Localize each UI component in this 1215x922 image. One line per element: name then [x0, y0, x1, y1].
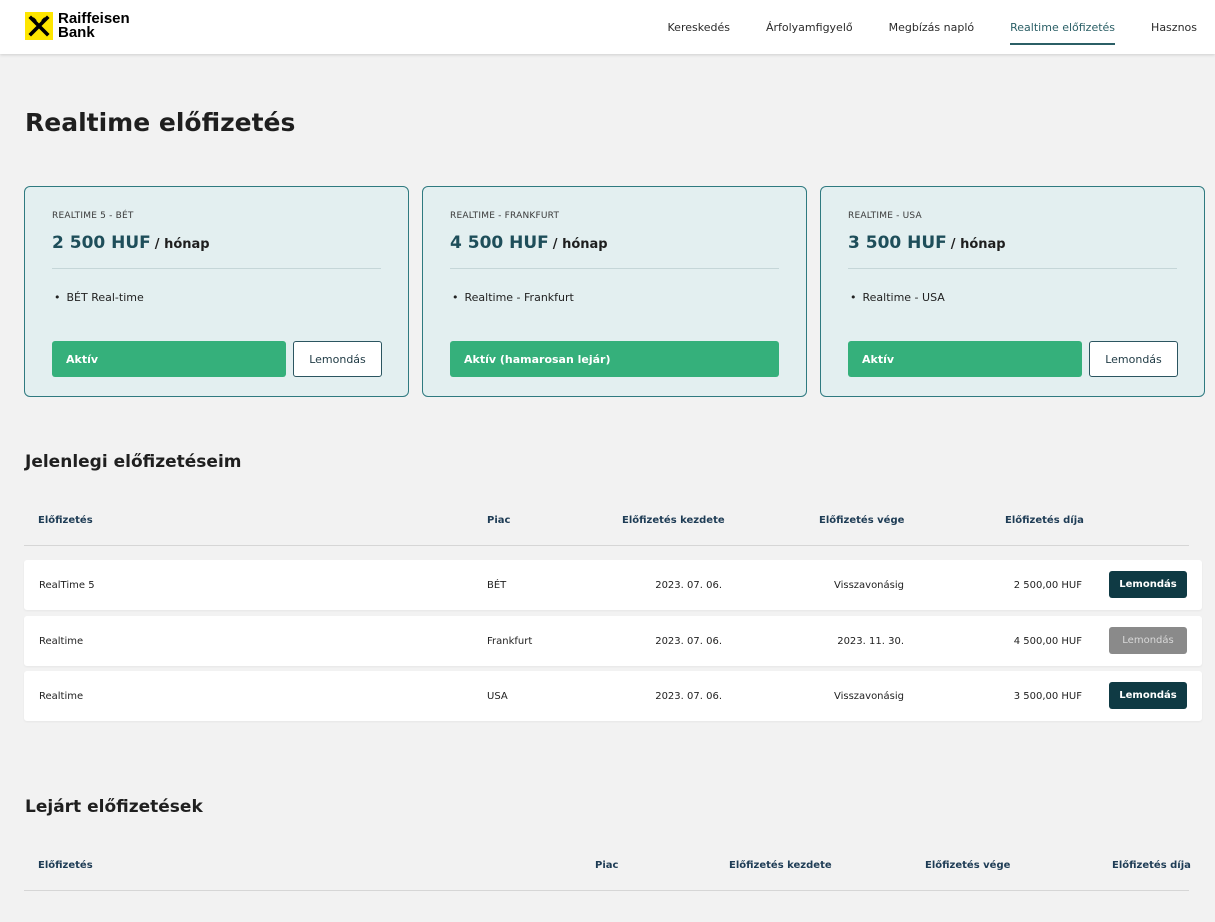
nav-item-hasznos[interactable]: Hasznos: [1151, 0, 1197, 54]
cell-fee: 2 500,00 HUF: [1013, 579, 1082, 591]
table-header-divider: [24, 890, 1189, 891]
column-header-subscription: Előfizetés: [38, 860, 93, 871]
cell-end: Visszavonásig: [833, 690, 904, 702]
feature-text: BÉT Real-time: [66, 291, 144, 304]
cell-start: 2023. 07. 06.: [655, 690, 722, 702]
page-title: Realtime előfizetés: [25, 108, 296, 137]
cell-fee: 4 500,00 HUF: [1013, 635, 1082, 647]
cell-end: 2023. 11. 30.: [837, 635, 904, 647]
price-value: 4 500 HUF: [450, 233, 549, 253]
card-realtime-frankfurt: REALTIME - FRANKFURT 4 500 HUF / hónap • R…: [422, 186, 807, 397]
card-realtime-usa: REALTIME - USA 3 500 HUF / hónap • Realtim…: [820, 186, 1205, 397]
card-feature: • Realtime - USA: [848, 291, 945, 304]
price-unit: / hónap: [154, 237, 210, 252]
cell-start: 2023. 07. 06.: [655, 635, 722, 647]
card-divider: [848, 268, 1177, 269]
bullet-icon: •: [54, 291, 61, 304]
cell-start: 2023. 07. 06.: [655, 579, 722, 591]
price-unit: / hónap: [552, 237, 608, 252]
status-expiring-button[interactable]: Aktív (hamarosan lejár): [450, 341, 779, 377]
status-active-button[interactable]: Aktív: [848, 341, 1082, 377]
raiffeisen-cross-icon: [25, 12, 53, 40]
cancel-button[interactable]: Lemondás: [1109, 571, 1187, 598]
price-unit: / hónap: [950, 237, 1006, 252]
card-name: REALTIME - FRANKFURT: [450, 211, 560, 221]
card-price: 4 500 HUF / hónap: [450, 233, 608, 253]
cancel-button[interactable]: Lemondás: [1109, 682, 1187, 709]
column-header-end: Előfizetés vége: [925, 860, 1011, 871]
column-header-market: Piac: [487, 515, 511, 526]
cell-market: BÉT: [487, 579, 507, 591]
column-header-fee: Előfizetés díja: [1005, 515, 1084, 526]
cancel-button[interactable]: Lemondás: [293, 341, 382, 377]
price-value: 2 500 HUF: [52, 233, 151, 253]
raiffeisen-logo[interactable]: Raiffeisen Bank: [25, 11, 130, 41]
cell-subscription: Realtime: [39, 690, 84, 702]
cell-market: USA: [487, 690, 508, 702]
cell-subscription: RealTime 5: [39, 579, 95, 591]
card-divider: [52, 268, 381, 269]
card-feature: • BÉT Real-time: [52, 291, 144, 304]
card-divider: [450, 268, 779, 269]
column-header-start: Előfizetés kezdete: [622, 515, 725, 526]
cell-end: Visszavonásig: [833, 579, 904, 591]
nav-item-realtime-elofizetes[interactable]: Realtime előfizetés: [1010, 0, 1115, 54]
column-header-end: Előfizetés vége: [819, 515, 905, 526]
current-subscriptions-title: Jelenlegi előfizetéseim: [25, 452, 242, 472]
brand-line-2: Bank: [58, 24, 95, 41]
table-header-divider: [24, 545, 1189, 546]
bullet-icon: •: [850, 291, 857, 304]
column-header-fee: Előfizetés díja: [1112, 860, 1191, 871]
card-name: REALTIME 5 - BÉT: [52, 211, 134, 221]
nav-item-kereskedes[interactable]: Kereskedés: [668, 0, 730, 54]
expired-subscriptions-title: Lejárt előfizetések: [25, 797, 203, 817]
cell-market: Frankfurt: [487, 635, 533, 647]
table-row: Realtime Frankfurt 2023. 07. 06. 2023. 1…: [24, 616, 1202, 666]
table-row: RealTime 5 BÉT 2023. 07. 06. Visszavonás…: [24, 560, 1202, 610]
column-header-subscription: Előfizetés: [38, 515, 93, 526]
cell-subscription: Realtime: [39, 635, 84, 647]
cancel-button[interactable]: Lemondás: [1089, 341, 1178, 377]
card-price: 3 500 HUF / hónap: [848, 233, 1006, 253]
subscription-cards: REALTIME 5 - BÉT 2 500 HUF / hónap • BÉT R…: [24, 186, 1205, 397]
column-header-market: Piac: [595, 860, 619, 871]
cell-fee: 3 500,00 HUF: [1013, 690, 1082, 702]
top-navigation-bar: Raiffeisen Bank Kereskedés Árfolyamfigye…: [0, 0, 1215, 54]
card-feature: • Realtime - Frankfurt: [450, 291, 574, 304]
cancel-button-disabled: Lemondás: [1109, 627, 1187, 654]
card-price: 2 500 HUF / hónap: [52, 233, 210, 253]
card-name: REALTIME - USA: [848, 211, 922, 221]
main-nav: Kereskedés Árfolyamfigyelő Megbízás napl…: [632, 0, 1197, 54]
feature-text: Realtime - USA: [862, 291, 945, 304]
table-row: Realtime USA 2023. 07. 06. Visszavonásig…: [24, 671, 1202, 721]
nav-item-arfolyamfigyelo[interactable]: Árfolyamfigyelő: [766, 0, 853, 54]
nav-item-megbizas-naplo[interactable]: Megbízás napló: [889, 0, 975, 54]
price-value: 3 500 HUF: [848, 233, 947, 253]
feature-text: Realtime - Frankfurt: [464, 291, 574, 304]
bullet-icon: •: [452, 291, 459, 304]
status-active-button[interactable]: Aktív: [52, 341, 286, 377]
column-header-start: Előfizetés kezdete: [729, 860, 832, 871]
brand-name: Raiffeisen Bank: [58, 11, 130, 41]
card-realtime-bet: REALTIME 5 - BÉT 2 500 HUF / hónap • BÉT R…: [24, 186, 409, 397]
